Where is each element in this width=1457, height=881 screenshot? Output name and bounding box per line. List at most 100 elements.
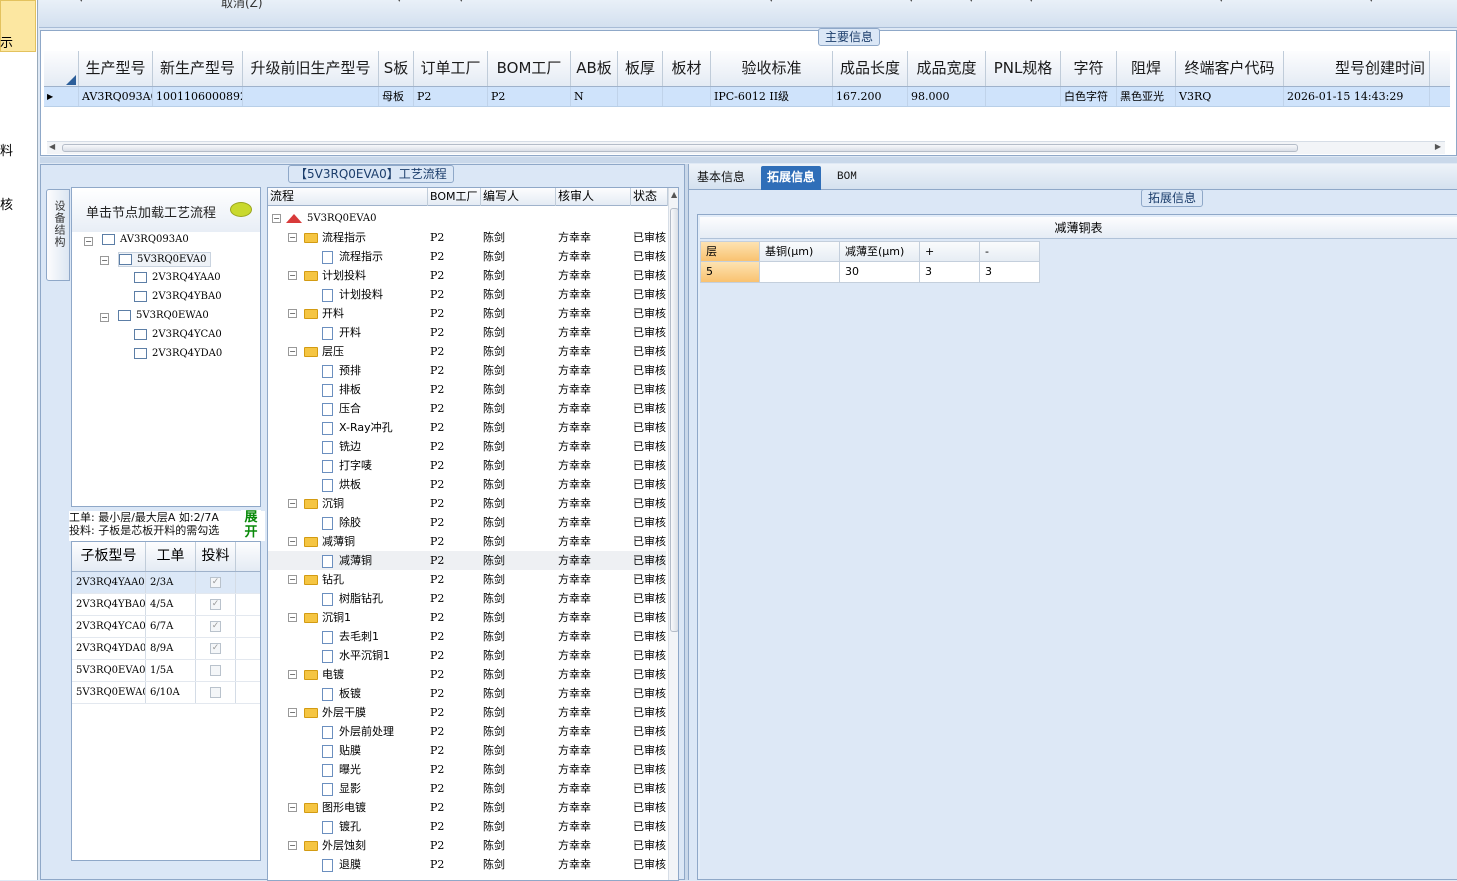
cell[interactable]: 3 bbox=[920, 262, 980, 283]
collapse-icon[interactable]: − bbox=[288, 670, 297, 679]
cell[interactable]: 5 bbox=[700, 262, 760, 283]
cell[interactable] bbox=[760, 262, 840, 283]
expand-button[interactable]: 展开 bbox=[241, 510, 261, 540]
col-header[interactable]: 终端客户代码 bbox=[1176, 51, 1284, 86]
scroll-up-icon[interactable]: ▲ bbox=[671, 190, 677, 199]
cancel-button[interactable]: 取消(Z) bbox=[221, 0, 263, 11]
scroll-right-icon[interactable]: ▶ bbox=[1435, 142, 1441, 151]
tab-extended-info[interactable]: 拓展信息 bbox=[761, 166, 822, 190]
dropdown-arrow-icon[interactable]: ▾ bbox=[969, 0, 974, 5]
flow-group-row[interactable]: − 电镀 P2 陈剑 方幸幸 已审核 bbox=[268, 665, 666, 684]
tree-node[interactable]: 5V3RQ0EWA0 bbox=[118, 310, 209, 321]
col-header[interactable]: 板厚 bbox=[618, 51, 663, 86]
flow-step-row[interactable]: 除胶 P2 陈剑 方幸幸 已审核 bbox=[268, 513, 666, 532]
col-header[interactable]: 板材 bbox=[663, 51, 711, 86]
flow-group-row[interactable]: − 钻孔 P2 陈剑 方幸幸 已审核 bbox=[268, 570, 666, 589]
flow-step-row[interactable]: 排板 P2 陈剑 方幸幸 已审核 bbox=[268, 380, 666, 399]
collapse-icon[interactable]: − bbox=[288, 347, 297, 356]
flow-group-row[interactable]: − 流程指示 P2 陈剑 方幸幸 已审核 bbox=[268, 228, 666, 247]
flow-step-row[interactable]: 树脂钻孔 P2 陈剑 方幸幸 已审核 bbox=[268, 589, 666, 608]
collapse-icon[interactable]: − bbox=[288, 575, 297, 584]
col-header[interactable]: 投料 bbox=[196, 542, 236, 571]
flow-step-row[interactable]: 去毛刺1 P2 陈剑 方幸幸 已审核 bbox=[268, 627, 666, 646]
table-row[interactable]: 5 30 3 3 bbox=[700, 262, 1040, 283]
collapse-icon[interactable]: − bbox=[288, 233, 297, 242]
cell[interactable]: IPC-6012 II级 bbox=[711, 87, 833, 106]
cell[interactable]: AV3RQ093A0 bbox=[79, 87, 153, 106]
flow-step-row[interactable]: 板镀 P2 陈剑 方幸幸 已审核 bbox=[268, 684, 666, 703]
collapse-icon[interactable]: − bbox=[288, 499, 297, 508]
collapse-icon[interactable]: − bbox=[100, 256, 109, 265]
tree-node-selected[interactable]: 5V3RQ0EVA0 bbox=[118, 252, 212, 267]
cell[interactable]: 3 bbox=[980, 262, 1040, 283]
flow-step-row[interactable]: 显影 P2 陈剑 方幸幸 已审核 bbox=[268, 779, 666, 798]
flow-step-row[interactable]: 计划投料 P2 陈剑 方幸幸 已审核 bbox=[268, 285, 666, 304]
cell[interactable]: V3RQ bbox=[1176, 87, 1284, 106]
cell[interactable]: 30 bbox=[840, 262, 920, 283]
scroll-left-icon[interactable]: ◀ bbox=[49, 142, 55, 151]
checkbox[interactable] bbox=[210, 665, 221, 676]
col-header[interactable]: 生产型号 bbox=[79, 51, 153, 86]
flow-group-row[interactable]: − 外层干膜 P2 陈剑 方幸幸 已审核 bbox=[268, 703, 666, 722]
col-header[interactable]: 升级前旧生产型号 bbox=[243, 51, 379, 86]
col-header[interactable]: 成品宽度 bbox=[908, 51, 986, 86]
col-header[interactable]: 订单工厂 bbox=[414, 51, 488, 86]
cell[interactable]: 母板 bbox=[379, 87, 414, 106]
cell[interactable]: 2V3RQ4YAA0 bbox=[72, 572, 146, 593]
col-header[interactable]: 状态 bbox=[631, 188, 668, 206]
scrollbar-thumb[interactable] bbox=[670, 208, 678, 632]
cell[interactable]: 2026-01-15 14:43:29 bbox=[1284, 87, 1430, 106]
flow-group-row[interactable]: − 沉铜 P2 陈剑 方幸幸 已审核 bbox=[268, 494, 666, 513]
table-row[interactable]: ▶ AV3RQ093A0 10011060008924 母板 P2 P2 N I… bbox=[44, 87, 1450, 107]
cell[interactable]: 167.200 bbox=[833, 87, 908, 106]
cell[interactable] bbox=[986, 87, 1061, 106]
flow-step-row[interactable]: X-Ray冲孔 P2 陈剑 方幸幸 已审核 bbox=[268, 418, 666, 437]
flow-step-row[interactable]: 铣边 P2 陈剑 方幸幸 已审核 bbox=[268, 437, 666, 456]
table-row[interactable]: 5V3RQ0EWA0 6/10A bbox=[72, 682, 260, 704]
tree-node[interactable]: 2V3RQ4YDA0 bbox=[134, 348, 222, 359]
flow-step-row[interactable]: 曝光 P2 陈剑 方幸幸 已审核 bbox=[268, 760, 666, 779]
cell[interactable]: 5V3RQ0EWA0 bbox=[72, 682, 146, 703]
checkbox[interactable]: ✓ bbox=[210, 643, 221, 654]
cell[interactable]: 6/7A bbox=[146, 616, 196, 637]
dropdown-arrow-icon[interactable]: ▾ bbox=[1219, 0, 1224, 5]
col-header[interactable]: 新生产型号 bbox=[153, 51, 243, 86]
tree-node[interactable]: AV3RQ093A0 bbox=[102, 234, 189, 245]
dropdown-arrow-icon[interactable]: ▾ bbox=[79, 0, 84, 5]
flow-group-row[interactable]: − 计划投料 P2 陈剑 方幸幸 已审核 bbox=[268, 266, 666, 285]
collapse-icon[interactable]: − bbox=[288, 803, 297, 812]
left-nav-item-1[interactable]: 料 bbox=[0, 140, 13, 159]
col-header[interactable]: 工单 bbox=[146, 542, 196, 571]
cell[interactable]: 1/5A bbox=[146, 660, 196, 681]
flow-step-row[interactable]: 镀孔 P2 陈剑 方幸幸 已审核 bbox=[268, 817, 666, 836]
table-row[interactable]: 5V3RQ0EVA0 1/5A bbox=[72, 660, 260, 682]
col-header[interactable]: AB板 bbox=[571, 51, 618, 86]
flow-step-row[interactable]: 预排 P2 陈剑 方幸幸 已审核 bbox=[268, 361, 666, 380]
cell[interactable]: 2V3RQ4YCA0 bbox=[72, 616, 146, 637]
flow-step-row[interactable]: 压合 P2 陈剑 方幸幸 已审核 bbox=[268, 399, 666, 418]
flow-group-row[interactable]: − 开料 P2 陈剑 方幸幸 已审核 bbox=[268, 304, 666, 323]
scrollbar-thumb[interactable] bbox=[62, 144, 1298, 152]
col-header[interactable]: 字符 bbox=[1061, 51, 1117, 86]
collapse-icon[interactable]: − bbox=[288, 841, 297, 850]
col-header[interactable]: 成品长度 bbox=[833, 51, 908, 86]
col-header[interactable]: 编写人 bbox=[481, 188, 556, 206]
flow-step-row[interactable]: 贴膜 P2 陈剑 方幸幸 已审核 bbox=[268, 741, 666, 760]
col-header[interactable]: 基铜(μm) bbox=[760, 241, 840, 262]
cell[interactable]: 4/5A bbox=[146, 594, 196, 615]
dropdown-arrow-icon[interactable]: ▾ bbox=[459, 0, 464, 5]
cell[interactable]: P2 bbox=[414, 87, 488, 106]
cell[interactable]: 2/3A bbox=[146, 572, 196, 593]
collapse-icon[interactable]: − bbox=[288, 271, 297, 280]
col-header[interactable]: PNL规格 bbox=[986, 51, 1061, 86]
tab-basic-info[interactable]: 基本信息 bbox=[691, 166, 751, 190]
dropdown-arrow-icon[interactable]: ▾ bbox=[909, 0, 914, 5]
col-header[interactable]: 子板型号 bbox=[72, 542, 146, 571]
chat-bubble-icon[interactable] bbox=[230, 202, 252, 217]
table-row[interactable]: 2V3RQ4YAA0 2/3A ✓ bbox=[72, 572, 260, 594]
collapse-icon[interactable]: − bbox=[100, 313, 109, 322]
col-header[interactable]: 阻焊 bbox=[1117, 51, 1176, 86]
cell[interactable]: 6/10A bbox=[146, 682, 196, 703]
cell[interactable]: ✓ bbox=[196, 638, 236, 659]
horizontal-scrollbar[interactable]: ◀ ▶ bbox=[47, 141, 1445, 154]
